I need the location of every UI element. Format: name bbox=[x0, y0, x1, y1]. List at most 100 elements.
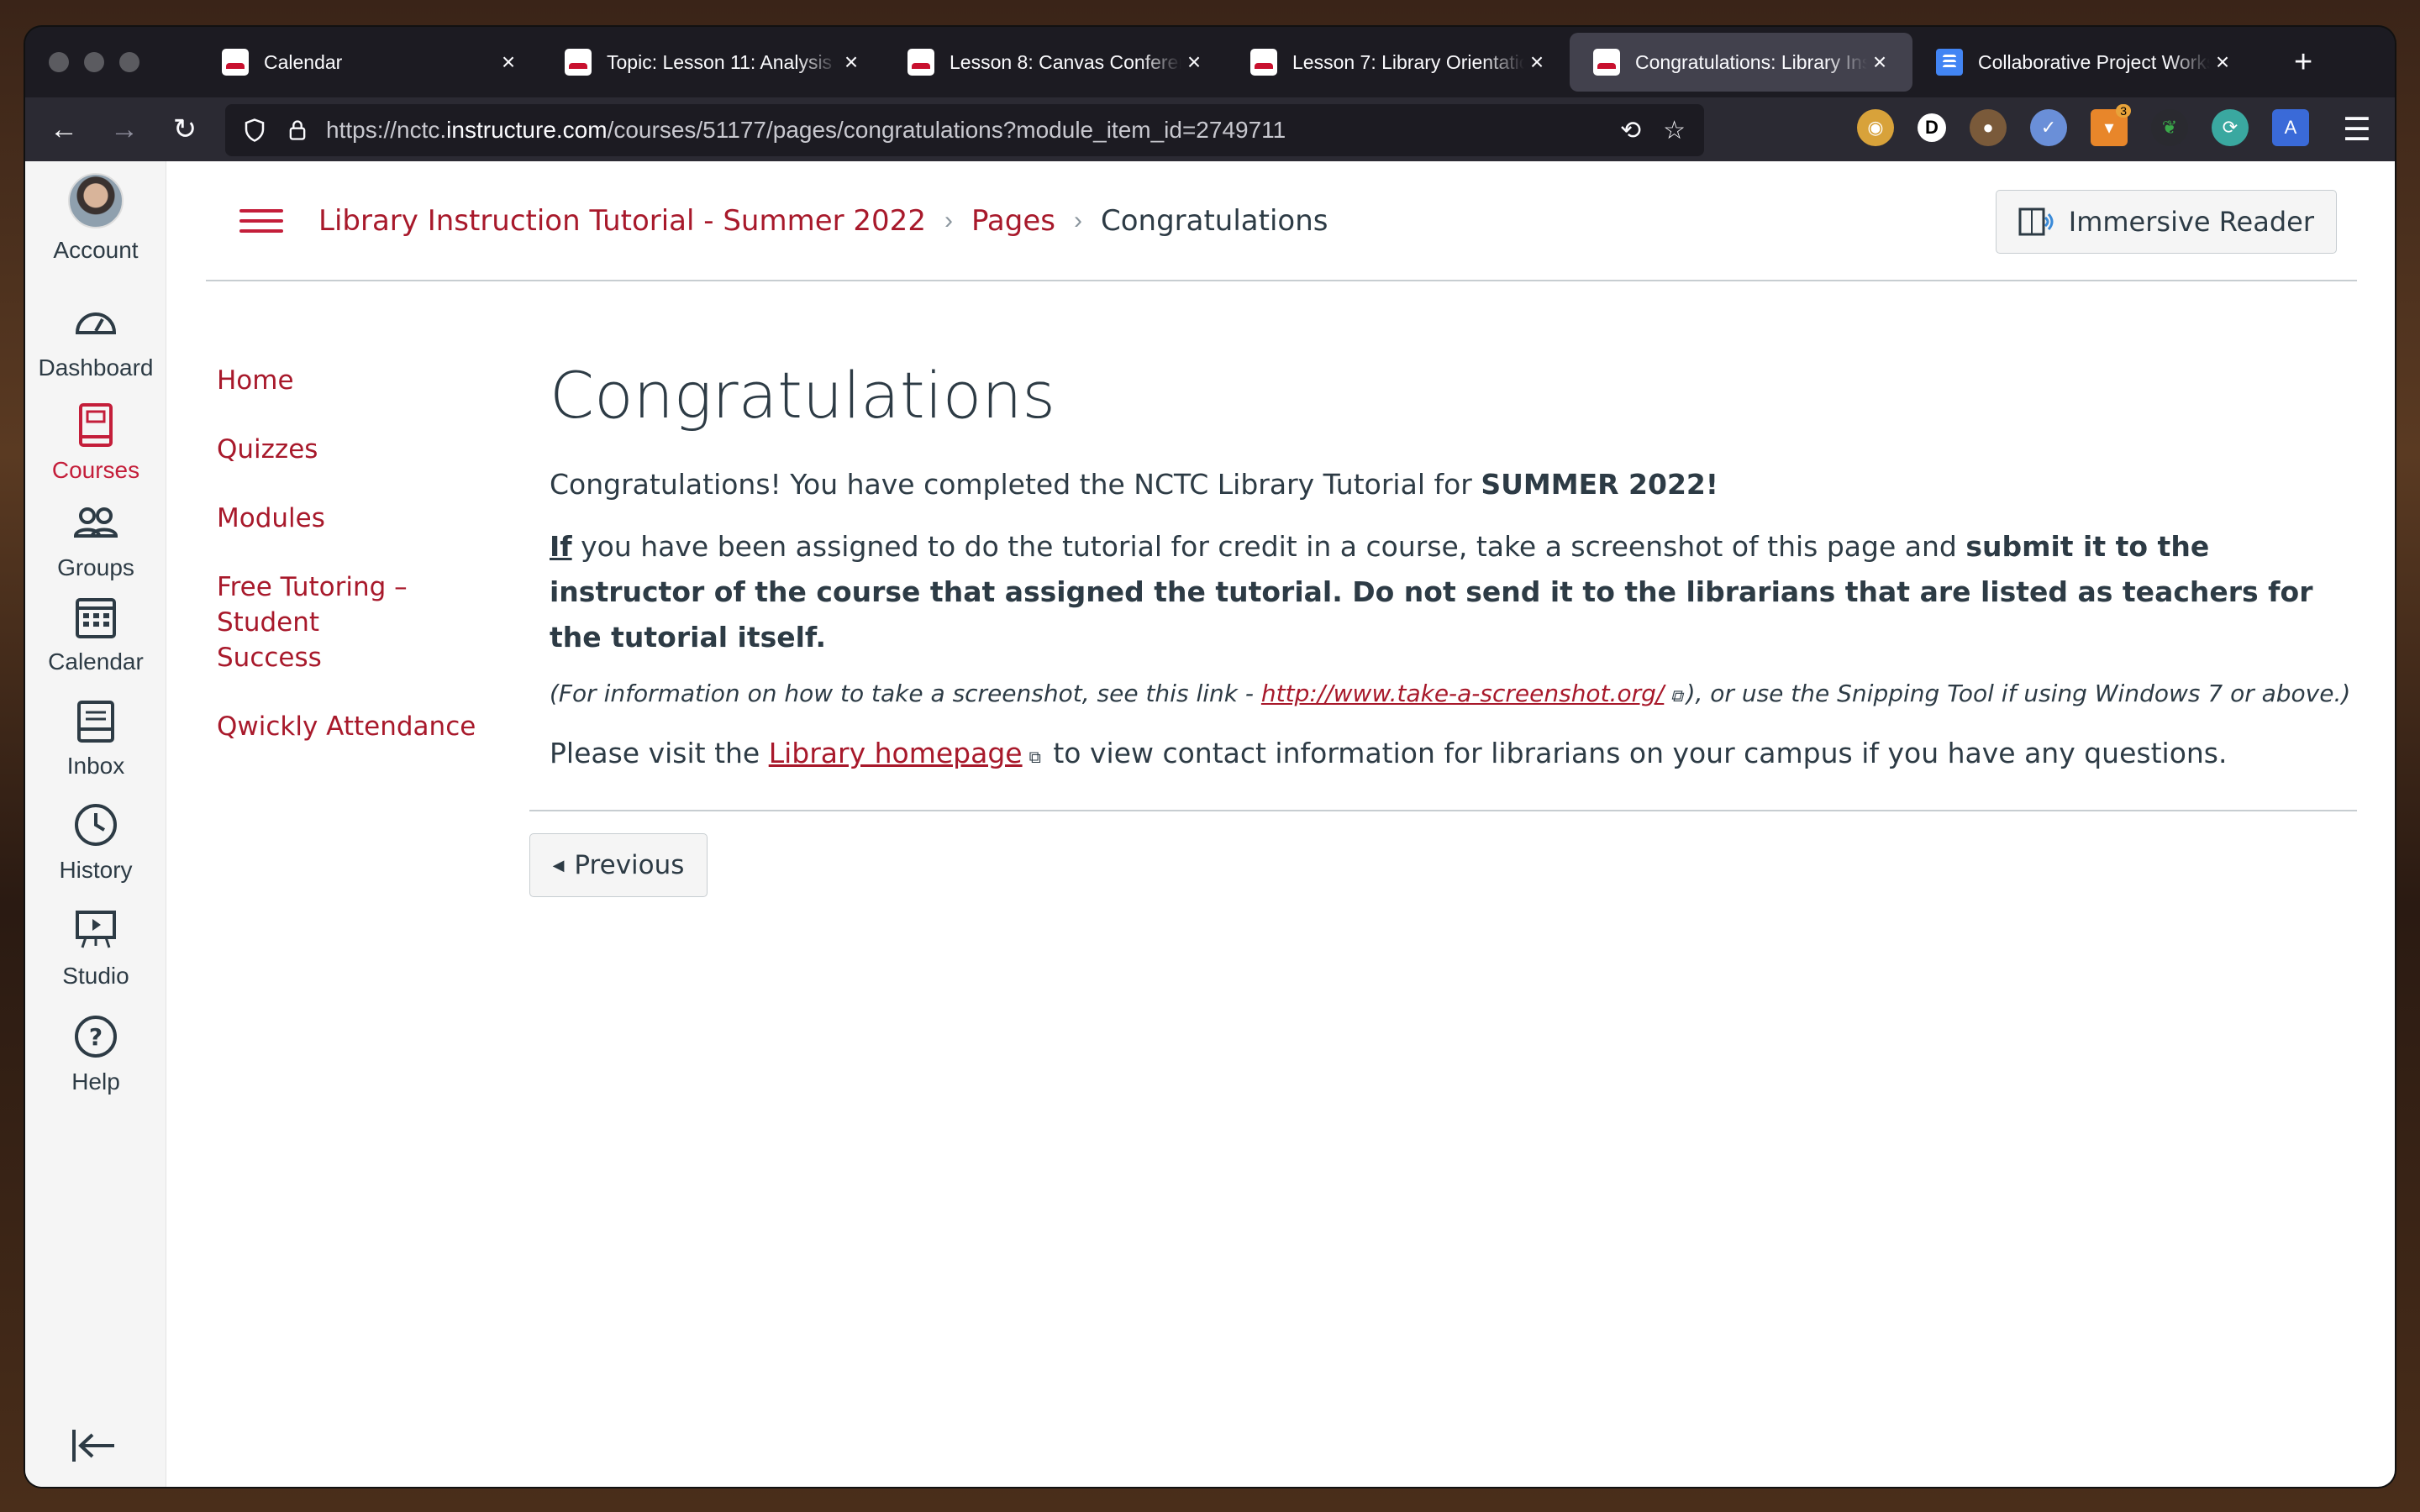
tab-collaborative-project[interactable]: Collaborative Project Worksh × bbox=[1912, 33, 2255, 92]
courses-icon bbox=[79, 403, 113, 447]
history-icon bbox=[75, 804, 117, 846]
global-navigation: Account Dashboard Courses Groups Calenda… bbox=[25, 161, 166, 1487]
tab-label: Topic: Lesson 11: Analysis an bbox=[607, 50, 839, 73]
page-content: Congratulations Congratulations! You hav… bbox=[550, 358, 2356, 780]
reload-button[interactable]: ↻ bbox=[155, 113, 215, 146]
studio-icon bbox=[76, 911, 116, 948]
global-nav-inbox[interactable]: Inbox bbox=[25, 696, 166, 780]
tab-lesson-7[interactable]: Lesson 7: Library Orientation × bbox=[1227, 33, 1570, 92]
breadcrumb-current: Congratulations bbox=[1100, 203, 1328, 238]
course-nav-free-tutoring[interactable]: Free Tutoring – Student Success bbox=[217, 570, 418, 675]
nav-label: Groups bbox=[57, 554, 134, 580]
course-nav-home[interactable]: Home bbox=[217, 363, 502, 398]
course-nav-modules[interactable]: Modules bbox=[217, 501, 502, 536]
close-icon[interactable]: × bbox=[1524, 49, 1549, 76]
completion-message: Congratulations! You have completed the … bbox=[550, 468, 1718, 501]
global-nav-groups[interactable]: Groups bbox=[25, 497, 166, 581]
tab-lesson-11[interactable]: Topic: Lesson 11: Analysis an × bbox=[541, 33, 884, 92]
global-nav-account[interactable]: Account bbox=[25, 173, 166, 264]
tab-calendar[interactable]: Calendar × bbox=[198, 33, 541, 92]
close-icon[interactable]: × bbox=[496, 49, 521, 76]
course-navigation: Home Quizzes Modules Free Tutoring – Stu… bbox=[217, 363, 502, 778]
close-icon[interactable]: × bbox=[1867, 49, 1892, 76]
tab-label: Lesson 8: Canvas Conference bbox=[950, 50, 1181, 73]
global-nav-studio[interactable]: Studio bbox=[25, 906, 166, 990]
maximize-window-button[interactable] bbox=[119, 52, 139, 72]
instructions-paragraph: If you have been assigned to do the tuto… bbox=[550, 530, 2313, 654]
nav-label: Calendar bbox=[48, 648, 144, 675]
screenshot-link[interactable]: http://www.take-a-screenshot.org/ bbox=[1261, 680, 1664, 707]
tab-label: Collaborative Project Worksh bbox=[1978, 50, 2210, 73]
calendar-icon bbox=[76, 598, 116, 638]
bookmark-star-icon[interactable]: ☆ bbox=[1663, 116, 1686, 145]
breadcrumb: Library Instruction Tutorial - Summer 20… bbox=[318, 204, 1328, 238]
external-link-icon: ⧉ bbox=[1028, 747, 1041, 767]
global-nav-history[interactable]: History bbox=[25, 800, 166, 884]
close-window-button[interactable] bbox=[49, 52, 69, 72]
breadcrumb-course-link[interactable]: Library Instruction Tutorial - Summer 20… bbox=[318, 204, 926, 238]
close-icon[interactable]: × bbox=[839, 49, 864, 76]
canvas-icon bbox=[1593, 49, 1620, 76]
chevron-right-icon: › bbox=[1073, 206, 1082, 234]
leaf-extension-icon[interactable]: ❦ bbox=[2151, 109, 2188, 146]
address-bar[interactable]: https://nctc.instructure.com/courses/511… bbox=[225, 104, 1704, 156]
immersive-reader-icon bbox=[2018, 207, 2054, 236]
tab-label: Lesson 7: Library Orientation bbox=[1292, 50, 1524, 73]
nav-label: Inbox bbox=[66, 753, 125, 779]
course-nav-quizzes[interactable]: Quizzes bbox=[217, 432, 502, 467]
browser-window: Calendar × Topic: Lesson 11: Analysis an… bbox=[25, 27, 2395, 1487]
bucket-extension-icon[interactable]: ▾ 3 bbox=[2091, 104, 2131, 146]
extensions-bar: ◉ D ● ✓ ▾ 3 ❦ ⟳ A bbox=[1857, 104, 2309, 146]
course-nav-qwickly-attendance[interactable]: Qwickly Attendance bbox=[217, 709, 502, 744]
course-menu-toggle-icon[interactable] bbox=[239, 202, 283, 239]
minimize-window-button[interactable] bbox=[84, 52, 104, 72]
previous-button[interactable]: ◀ Previous bbox=[529, 833, 708, 897]
breadcrumb-pages-link[interactable]: Pages bbox=[971, 204, 1055, 238]
content-divider bbox=[529, 810, 2357, 811]
nav-label: Account bbox=[53, 237, 139, 263]
hamburger-menu-icon[interactable]: ☰ bbox=[2343, 111, 2371, 149]
nav-label: Courses bbox=[51, 457, 140, 483]
immersive-reader-button[interactable]: Immersive Reader bbox=[1995, 190, 2337, 254]
v-extension-icon[interactable]: ✓ bbox=[2030, 109, 2067, 146]
tab-label: Congratulations: Library Inst bbox=[1635, 50, 1867, 73]
inbox-icon bbox=[77, 701, 114, 743]
d-extension-icon[interactable]: D bbox=[1918, 113, 1946, 142]
global-nav-calendar[interactable]: Calendar bbox=[25, 591, 166, 675]
shield-icon bbox=[245, 118, 265, 142]
global-nav-courses[interactable]: Courses bbox=[25, 400, 166, 484]
immersive-reader-label: Immersive Reader bbox=[2068, 206, 2314, 238]
close-icon[interactable]: × bbox=[1181, 49, 1207, 76]
nav-label: History bbox=[59, 857, 133, 883]
sync-extension-icon[interactable]: ⟳ bbox=[2212, 109, 2249, 146]
cookie-extension-icon[interactable]: ● bbox=[1970, 109, 2007, 146]
translate-icon[interactable]: ⟲ bbox=[1620, 116, 1641, 145]
tab-congratulations[interactable]: Congratulations: Library Inst × bbox=[1570, 33, 1912, 92]
library-contact-paragraph: Please visit the Library homepage ⧉ to vi… bbox=[550, 737, 2228, 769]
collapse-nav-icon[interactable] bbox=[69, 1425, 119, 1467]
window-controls bbox=[49, 52, 139, 72]
translate-extension-icon[interactable]: A bbox=[2272, 109, 2309, 146]
caret-left-icon: ◀ bbox=[552, 856, 565, 874]
page-title: Congratulations bbox=[550, 358, 1055, 433]
close-icon[interactable]: × bbox=[2210, 49, 2235, 76]
back-button[interactable]: ← bbox=[34, 113, 94, 146]
nav-label: Dashboard bbox=[38, 354, 154, 381]
dashboard-icon bbox=[75, 312, 117, 334]
canvas-icon bbox=[222, 49, 249, 76]
new-tab-button[interactable]: + bbox=[2294, 45, 2312, 81]
global-nav-help[interactable]: ? Help bbox=[25, 1011, 166, 1095]
chevron-right-icon: › bbox=[944, 206, 953, 234]
global-nav-dashboard[interactable]: Dashboard bbox=[25, 297, 166, 381]
tab-label: Calendar bbox=[264, 50, 343, 73]
forward-button[interactable]: → bbox=[94, 113, 155, 146]
previous-label: Previous bbox=[574, 850, 685, 880]
library-homepage-link[interactable]: Library homepage bbox=[769, 737, 1023, 769]
tab-lesson-8[interactable]: Lesson 8: Canvas Conference × bbox=[884, 33, 1227, 92]
url-text: https://nctc.instructure.com/courses/511… bbox=[326, 117, 1286, 143]
monkey-extension-icon[interactable]: ◉ bbox=[1857, 109, 1894, 146]
tab-strip: Calendar × Topic: Lesson 11: Analysis an… bbox=[25, 27, 2395, 97]
nav-label: Studio bbox=[62, 963, 129, 989]
help-icon: ? bbox=[75, 1016, 117, 1058]
canvas-icon bbox=[908, 49, 934, 76]
